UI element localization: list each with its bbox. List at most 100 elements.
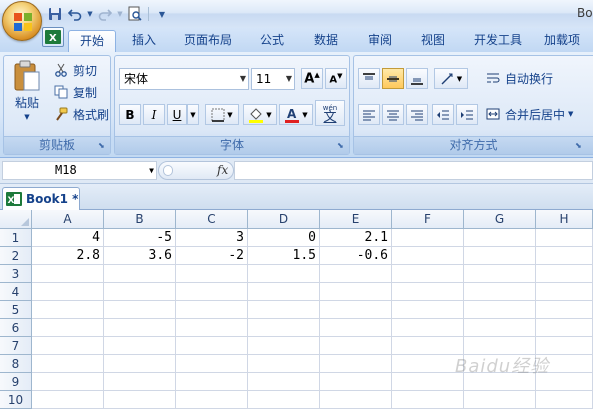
cell-e3[interactable] — [320, 265, 392, 283]
align-left-button[interactable] — [358, 104, 380, 125]
cell-g4[interactable] — [464, 283, 536, 301]
cell-e7[interactable] — [320, 337, 392, 355]
align-top-button[interactable] — [358, 68, 380, 89]
row-header-7[interactable]: 7 — [0, 337, 32, 355]
column-header-g[interactable]: G — [464, 210, 536, 229]
cell-g5[interactable] — [464, 301, 536, 319]
bold-button[interactable]: B — [119, 104, 141, 125]
cell-a10[interactable] — [32, 391, 104, 409]
shrink-font-button[interactable]: A▼ — [325, 68, 347, 89]
wrap-text-button[interactable]: 自动换行 — [484, 68, 553, 88]
cell-d10[interactable] — [248, 391, 320, 409]
redo-icon[interactable] — [96, 5, 114, 23]
cell-e8[interactable] — [320, 355, 392, 373]
cell-f10[interactable] — [392, 391, 464, 409]
cell-d3[interactable] — [248, 265, 320, 283]
workbook-tab[interactable]: X Book1 * — [2, 187, 80, 210]
cell-b3[interactable] — [104, 265, 176, 283]
decrease-indent-button[interactable] — [432, 104, 454, 125]
cell-e9[interactable] — [320, 373, 392, 391]
print-preview-icon[interactable] — [126, 5, 144, 23]
tab-data[interactable]: 数据 — [306, 30, 346, 52]
copy-button[interactable]: 复制 — [52, 82, 97, 102]
cell-a6[interactable] — [32, 319, 104, 337]
align-middle-button[interactable] — [382, 68, 404, 89]
cell-a9[interactable] — [32, 373, 104, 391]
customize-icon[interactable]: ▼ — [153, 5, 171, 23]
name-box[interactable]: M18 ▼ — [2, 161, 157, 180]
undo-dropdown-icon[interactable]: ▼ — [86, 5, 94, 23]
cell-f9[interactable] — [392, 373, 464, 391]
row-header-5[interactable]: 5 — [0, 301, 32, 319]
cell-b5[interactable] — [104, 301, 176, 319]
cut-button[interactable]: 剪切 — [52, 60, 97, 80]
cell-c3[interactable] — [176, 265, 248, 283]
cell-g2[interactable] — [464, 247, 536, 265]
column-header-a[interactable]: A — [32, 210, 104, 229]
cell-h1[interactable] — [536, 229, 593, 247]
cell-d2[interactable]: 1.5 — [248, 247, 320, 265]
cell-e5[interactable] — [320, 301, 392, 319]
cell-a8[interactable] — [32, 355, 104, 373]
cell-c8[interactable] — [176, 355, 248, 373]
formula-input[interactable] — [234, 161, 593, 180]
font-name-combo[interactable]: 宋体 ▼ — [119, 68, 249, 90]
tab-review[interactable]: 审阅 — [360, 30, 400, 52]
cell-a1[interactable]: 4 — [32, 229, 104, 247]
cell-f5[interactable] — [392, 301, 464, 319]
select-all-corner[interactable] — [0, 210, 32, 229]
cell-f6[interactable] — [392, 319, 464, 337]
row-header-1[interactable]: 1 — [0, 229, 32, 247]
cell-f3[interactable] — [392, 265, 464, 283]
column-header-d[interactable]: D — [248, 210, 320, 229]
merge-center-button[interactable]: 合并后居中 ▼ — [484, 104, 573, 124]
align-center-button[interactable] — [382, 104, 404, 125]
cell-a5[interactable] — [32, 301, 104, 319]
office-button[interactable] — [2, 1, 42, 41]
cell-c6[interactable] — [176, 319, 248, 337]
cell-a3[interactable] — [32, 265, 104, 283]
cell-g3[interactable] — [464, 265, 536, 283]
cell-a2[interactable]: 2.8 — [32, 247, 104, 265]
grow-font-button[interactable]: A▲ — [301, 68, 323, 89]
row-header-2[interactable]: 2 — [0, 247, 32, 265]
tab-addins[interactable]: 加载项 — [544, 30, 593, 52]
tab-developer[interactable]: 开发工具 — [466, 30, 530, 52]
cell-f8[interactable] — [392, 355, 464, 373]
cell-a4[interactable] — [32, 283, 104, 301]
cell-c2[interactable]: -2 — [176, 247, 248, 265]
tab-formulas[interactable]: 公式 — [252, 30, 292, 52]
cell-h10[interactable] — [536, 391, 593, 409]
row-header-4[interactable]: 4 — [0, 283, 32, 301]
column-header-c[interactable]: C — [176, 210, 248, 229]
cell-c1[interactable]: 3 — [176, 229, 248, 247]
cell-f7[interactable] — [392, 337, 464, 355]
italic-button[interactable]: I — [143, 104, 165, 125]
tab-view[interactable]: 视图 — [413, 30, 453, 52]
cell-h5[interactable] — [536, 301, 593, 319]
cell-d4[interactable] — [248, 283, 320, 301]
cell-h2[interactable] — [536, 247, 593, 265]
cell-c10[interactable] — [176, 391, 248, 409]
fill-color-button[interactable]: ▼ — [243, 104, 277, 125]
row-header-10[interactable]: 10 — [0, 391, 32, 409]
alignment-launcher-icon[interactable]: ⬊ — [575, 141, 585, 151]
cell-b4[interactable] — [104, 283, 176, 301]
formula-expand-handle[interactable] — [163, 165, 173, 176]
cell-h6[interactable] — [536, 319, 593, 337]
paste-button[interactable]: 粘贴 ▼ — [8, 60, 46, 130]
cell-f2[interactable] — [392, 247, 464, 265]
column-header-b[interactable]: B — [104, 210, 176, 229]
cell-d7[interactable] — [248, 337, 320, 355]
cell-d8[interactable] — [248, 355, 320, 373]
cell-c4[interactable] — [176, 283, 248, 301]
cell-e1[interactable]: 2.1 — [320, 229, 392, 247]
column-header-h[interactable]: H — [536, 210, 593, 229]
cell-g10[interactable] — [464, 391, 536, 409]
column-header-f[interactable]: F — [392, 210, 464, 229]
cell-e4[interactable] — [320, 283, 392, 301]
cell-g1[interactable] — [464, 229, 536, 247]
cell-d9[interactable] — [248, 373, 320, 391]
row-header-8[interactable]: 8 — [0, 355, 32, 373]
underline-button[interactable]: U — [167, 104, 187, 125]
